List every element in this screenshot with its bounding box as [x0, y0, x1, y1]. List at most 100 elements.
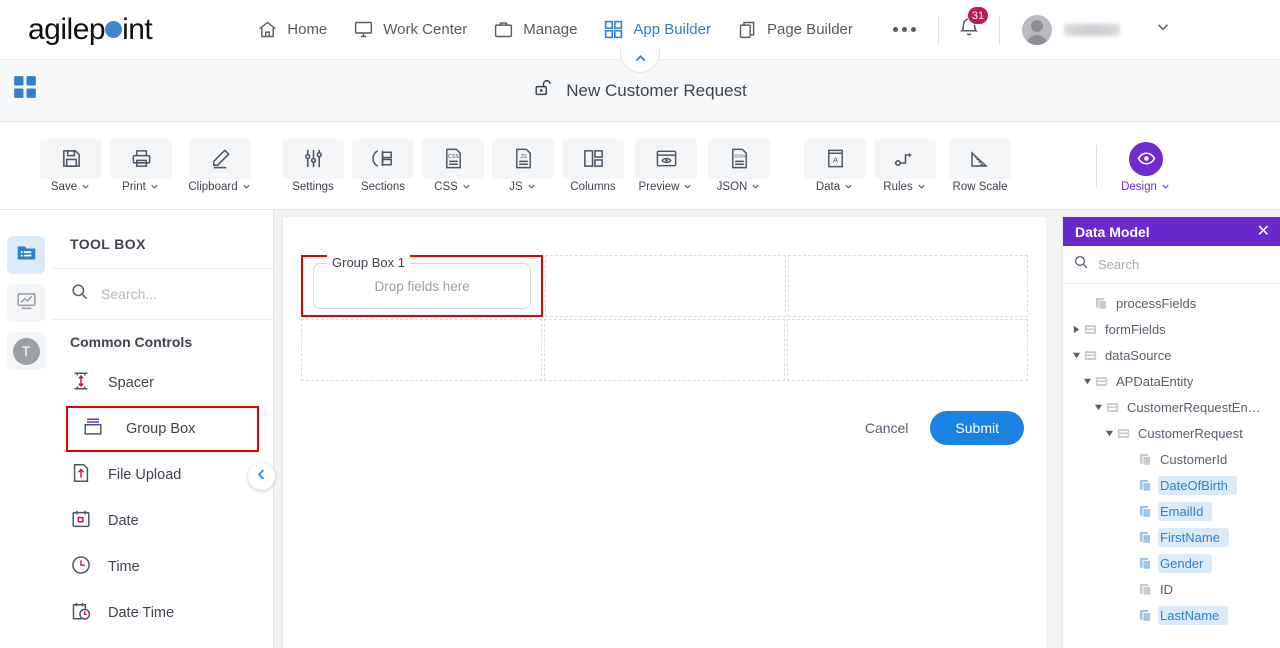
- ribbon-button-css[interactable]: CSS CSS: [418, 138, 488, 193]
- rail-button-toolbox[interactable]: [7, 236, 45, 274]
- ribbon-button-row-scale[interactable]: Row Scale: [940, 138, 1020, 193]
- toolbox-item-date[interactable]: Date: [52, 498, 273, 544]
- group-box-control[interactable]: Group Box 1 Drop fields here: [313, 255, 532, 309]
- grid-cell-empty[interactable]: [787, 319, 1028, 381]
- nav-item-work-center[interactable]: Work Center: [353, 19, 467, 40]
- ribbon-button-print[interactable]: Print: [106, 138, 176, 193]
- ribbon-button-data[interactable]: A Data: [800, 138, 870, 193]
- user-menu-chevron-down-icon[interactable]: [1154, 18, 1172, 41]
- logo-text-part2: int: [122, 12, 153, 46]
- page-title: New Customer Request: [533, 77, 747, 104]
- tree-node[interactable]: LastName: [1063, 602, 1280, 628]
- tree-node-label: processFields: [1116, 295, 1197, 311]
- folder-icon: [1116, 426, 1131, 441]
- data-model-search-input[interactable]: [1098, 257, 1238, 272]
- more-menu-button[interactable]: [892, 27, 916, 32]
- grid-cell-empty[interactable]: [545, 255, 786, 317]
- chevron-down-icon[interactable]: [1102, 429, 1116, 438]
- tree-node[interactable]: DateOfBirth: [1063, 472, 1280, 498]
- ribbon-button-settings[interactable]: Settings: [278, 138, 348, 193]
- nav-item-page-builder[interactable]: Page Builder: [737, 19, 853, 40]
- home-icon: [257, 19, 278, 40]
- chevron-down-icon[interactable]: [1091, 403, 1105, 412]
- grid-cell-empty[interactable]: [544, 319, 785, 381]
- ribbon-button-rules[interactable]: Rules: [870, 138, 940, 193]
- toolbox-search[interactable]: [52, 269, 273, 320]
- ribbon-button-preview[interactable]: Preview: [628, 138, 704, 193]
- avatar[interactable]: [1021, 14, 1052, 45]
- ribbon-divider: [1096, 144, 1097, 187]
- tree-node[interactable]: processFields: [1063, 290, 1280, 316]
- toolbox-item-time[interactable]: Time: [52, 544, 273, 590]
- nav-divider-2: [998, 14, 1000, 45]
- chevron-down-icon: [528, 184, 535, 189]
- search-icon: [70, 282, 89, 306]
- ribbon-label-js: JS: [509, 180, 523, 193]
- ribbon-group-3: A Data Rules Row Scale: [800, 138, 1020, 193]
- collapse-toolbox-button[interactable]: [248, 463, 275, 490]
- ribbon-button-clipboard[interactable]: Clipboard: [176, 138, 264, 193]
- tree-node[interactable]: formFields: [1063, 316, 1280, 342]
- field-icon: [1138, 530, 1153, 545]
- tree-node[interactable]: CustomerRequestEn…: [1063, 394, 1280, 420]
- ribbon-button-sections[interactable]: Sections: [348, 138, 418, 193]
- search-input[interactable]: [101, 286, 241, 302]
- chevron-down-icon[interactable]: [1080, 377, 1094, 386]
- nav-item-manage[interactable]: Manage: [493, 19, 577, 40]
- toolbox-label-time: Time: [108, 559, 140, 575]
- nav-label-page-builder: Page Builder: [766, 21, 853, 38]
- ribbon-label-settings: Settings: [292, 180, 334, 193]
- svg-text:JSON: JSON: [733, 154, 745, 159]
- tree-node[interactable]: ID: [1063, 576, 1280, 602]
- tree-node[interactable]: Gender: [1063, 550, 1280, 576]
- tree-node[interactable]: dataSource: [1063, 342, 1280, 368]
- field-icon: [1138, 452, 1153, 467]
- agilepoint-logo[interactable]: agilep int: [28, 12, 153, 47]
- toolbox-item-group-box[interactable]: Group Box: [66, 406, 259, 452]
- toolbox-item-date-time[interactable]: Date Time: [52, 590, 273, 636]
- tree-node[interactable]: CustomerId: [1063, 446, 1280, 472]
- data-model-title: Data Model: [1075, 223, 1150, 240]
- nav-item-app-builder[interactable]: App Builder: [603, 19, 711, 40]
- tree-node-label: ID: [1160, 581, 1173, 597]
- chevron-right-icon[interactable]: [1069, 325, 1083, 334]
- tree-node[interactable]: FirstName: [1063, 524, 1280, 550]
- chevron-down-icon[interactable]: [1069, 351, 1083, 360]
- notifications-button[interactable]: 31: [957, 6, 990, 44]
- submit-button[interactable]: Submit: [930, 411, 1024, 445]
- ribbon-button-design[interactable]: Design: [1111, 139, 1181, 193]
- unlock-icon: [533, 77, 555, 104]
- grid-cell-groupbox[interactable]: Group Box 1 Drop fields here: [301, 255, 544, 317]
- briefcase-icon: [493, 19, 514, 40]
- grid-cell-empty[interactable]: [787, 255, 1028, 317]
- user-name: [1063, 23, 1120, 36]
- rail-button-analytics[interactable]: [7, 284, 45, 322]
- nav-label-app-builder: App Builder: [633, 21, 711, 38]
- grid-cell-empty[interactable]: [301, 319, 542, 381]
- data-model-search[interactable]: [1063, 246, 1280, 284]
- apps-grid-button[interactable]: [12, 74, 38, 105]
- ribbon-button-save[interactable]: Save: [36, 138, 106, 193]
- close-icon[interactable]: ✕: [1257, 223, 1270, 240]
- tree-node[interactable]: EmailId: [1063, 498, 1280, 524]
- tree-node[interactable]: CustomerRequest: [1063, 420, 1280, 446]
- toolbox-item-file-upload[interactable]: File Upload: [52, 452, 273, 498]
- tree-node-label: CustomerRequestEn…: [1127, 399, 1261, 415]
- field-icon: [1138, 556, 1153, 571]
- cancel-button[interactable]: Cancel: [865, 420, 909, 436]
- svg-text:JS: JS: [520, 154, 527, 160]
- ribbon-label-design: Design: [1121, 180, 1157, 193]
- ribbon-button-json[interactable]: JSON JSON: [704, 138, 774, 193]
- toolbox-item-spacer[interactable]: Spacer: [52, 360, 273, 406]
- nav-label-manage: Manage: [523, 21, 578, 38]
- ribbon-button-js[interactable]: JS JS: [488, 138, 558, 193]
- spacer-icon: [70, 370, 92, 396]
- rail-button-text[interactable]: T: [7, 332, 45, 370]
- form-grid: Group Box 1 Drop fields here: [283, 217, 1046, 381]
- app-root: agilep int Home Work Center Manage App B…: [0, 0, 1280, 648]
- toolbox-label-date-time: Date Time: [108, 605, 175, 621]
- group-box-drop-area[interactable]: Drop fields here: [314, 264, 530, 308]
- ribbon-button-columns[interactable]: Columns: [558, 138, 628, 193]
- tree-node[interactable]: APDataEntity: [1063, 368, 1280, 394]
- nav-item-home[interactable]: Home: [257, 19, 327, 40]
